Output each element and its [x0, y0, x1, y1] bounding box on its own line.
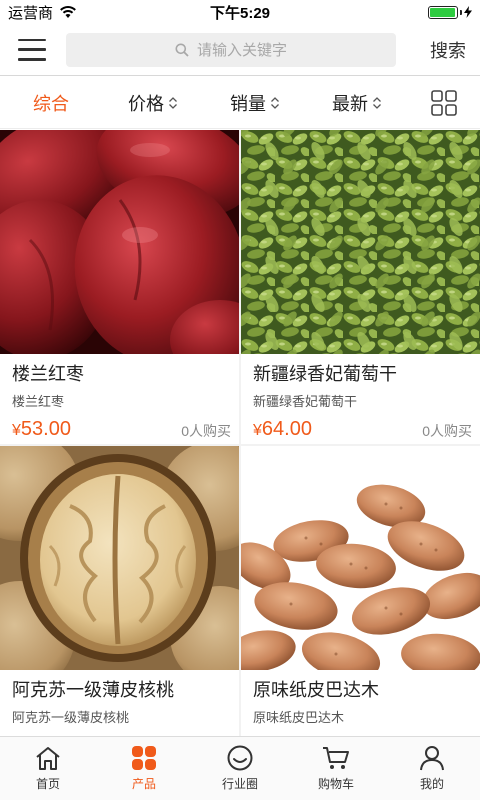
- tab-products[interactable]: 产品: [96, 737, 192, 800]
- wifi-icon: [60, 6, 76, 18]
- product-price: ¥53.00: [12, 418, 71, 440]
- filter-label: 销量: [230, 93, 266, 114]
- product-subtitle: 阿克苏一级薄皮核桃: [12, 710, 130, 725]
- tab-label: 购物车: [317, 777, 354, 791]
- status-left: 运营商: [8, 2, 77, 23]
- buyer-count: 0人购买: [181, 423, 231, 439]
- search-button[interactable]: 搜索: [396, 37, 466, 63]
- circle-icon: [227, 745, 253, 771]
- battery-level: [430, 7, 455, 17]
- product-name: 阿克苏一级薄皮核桃: [12, 680, 174, 700]
- battery-icon: [428, 5, 472, 19]
- products-icon: [132, 746, 156, 770]
- product-name: 新疆绿香妃葡萄干: [253, 364, 397, 384]
- tab-mine[interactable]: 我的: [384, 737, 480, 800]
- search-input[interactable]: 请输入关键字: [66, 32, 396, 67]
- walnut-photo: [0, 446, 239, 670]
- tab-label: 我的: [419, 777, 444, 791]
- product-price: ¥64.00: [253, 418, 312, 440]
- red-dates-photo: [0, 130, 239, 354]
- product-card[interactable]: 新疆绿香妃葡萄干 新疆绿香妃葡萄干 ¥64.00 0人购买: [241, 130, 480, 444]
- top-bar: 请输入关键字 搜索: [0, 24, 480, 76]
- tab-label: 首页: [35, 777, 60, 791]
- product-card[interactable]: 原味纸皮巴达木 原味纸皮巴达木: [241, 446, 480, 736]
- tab-label: 产品: [131, 777, 156, 791]
- sort-arrows-icon: [373, 96, 381, 109]
- filter-label: 综合: [33, 93, 69, 114]
- filter-bar: 综合 价格 销量 最新: [0, 77, 480, 129]
- filter-comprehensive[interactable]: 综合: [0, 90, 102, 116]
- filter-label: 价格: [128, 93, 164, 114]
- bottom-tab-bar: 首页 产品 行业圈 购物车 我的: [0, 736, 480, 800]
- product-subtitle: 原味纸皮巴达木: [253, 710, 345, 725]
- green-raisins-photo: [241, 130, 480, 354]
- tab-home[interactable]: 首页: [0, 737, 96, 800]
- grid-view-icon[interactable]: [408, 89, 480, 116]
- tab-cart[interactable]: 购物车: [288, 737, 384, 800]
- product-grid: 楼兰红枣 楼兰红枣 ¥53.00 0人购买 新疆绿香妃葡萄干 新疆绿香妃葡萄干 …: [0, 130, 480, 736]
- tab-circle[interactable]: 行业圈: [192, 737, 288, 800]
- search-icon: [175, 43, 189, 57]
- sort-arrows-icon: [169, 96, 177, 109]
- status-bar: 运营商 下午5:29: [0, 0, 480, 24]
- user-icon: [420, 746, 444, 771]
- product-subtitle: 新疆绿香妃葡萄干: [253, 394, 358, 409]
- cart-icon: [323, 747, 349, 769]
- filter-sales[interactable]: 销量: [204, 90, 306, 116]
- carrier-label: 运营商: [8, 4, 54, 22]
- menu-icon[interactable]: [18, 38, 46, 61]
- product-name: 楼兰红枣: [12, 364, 84, 384]
- charging-icon: [464, 6, 472, 18]
- buyer-count: 0人购买: [422, 423, 472, 439]
- filter-price[interactable]: 价格: [102, 90, 204, 116]
- search-placeholder: 请输入关键字: [196, 42, 287, 59]
- tab-label: 行业圈: [221, 777, 258, 791]
- almond-photo: [241, 446, 480, 670]
- sort-arrows-icon: [271, 96, 279, 109]
- filter-label: 最新: [332, 93, 368, 114]
- home-icon: [36, 747, 60, 770]
- product-card[interactable]: 阿克苏一级薄皮核桃 阿克苏一级薄皮核桃: [0, 446, 239, 736]
- product-card[interactable]: 楼兰红枣 楼兰红枣 ¥53.00 0人购买: [0, 130, 239, 444]
- product-name: 原味纸皮巴达木: [253, 680, 379, 700]
- product-subtitle: 楼兰红枣: [12, 394, 65, 409]
- filter-newest[interactable]: 最新: [306, 90, 408, 116]
